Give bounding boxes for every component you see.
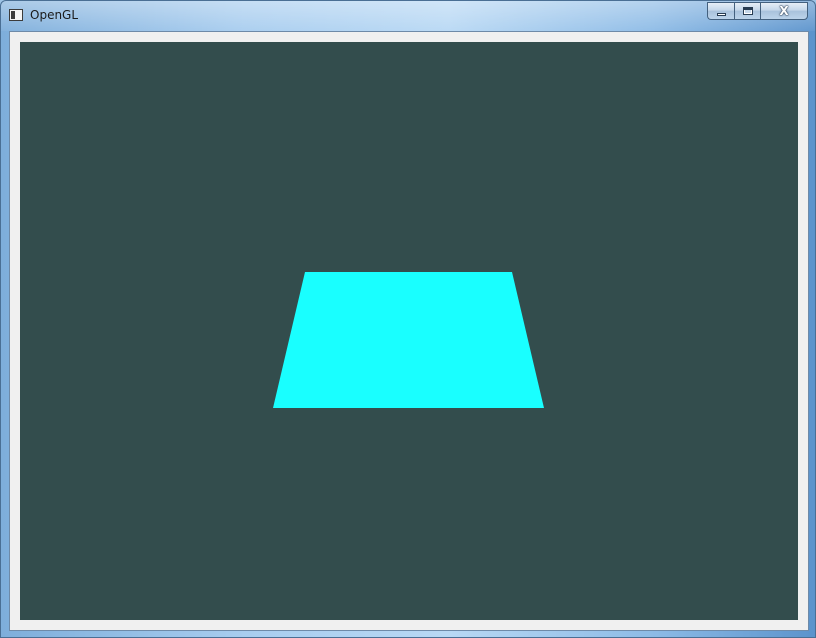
opengl-viewport[interactable] bbox=[20, 42, 798, 620]
title-bar[interactable]: OpenGL X bbox=[1, 1, 815, 30]
cyan-trapezoid bbox=[273, 272, 544, 408]
client-area bbox=[9, 31, 809, 631]
close-icon: X bbox=[779, 4, 789, 18]
opengl-window: OpenGL X bbox=[0, 0, 816, 638]
maximize-button[interactable] bbox=[734, 2, 760, 20]
maximize-icon bbox=[743, 7, 753, 15]
minimize-icon bbox=[717, 13, 726, 16]
close-button[interactable]: X bbox=[760, 2, 808, 20]
minimize-button[interactable] bbox=[707, 2, 734, 20]
window-title: OpenGL bbox=[30, 8, 79, 22]
caption-buttons: X bbox=[707, 2, 808, 21]
application-icon[interactable] bbox=[9, 9, 23, 21]
render-surface bbox=[20, 42, 798, 620]
